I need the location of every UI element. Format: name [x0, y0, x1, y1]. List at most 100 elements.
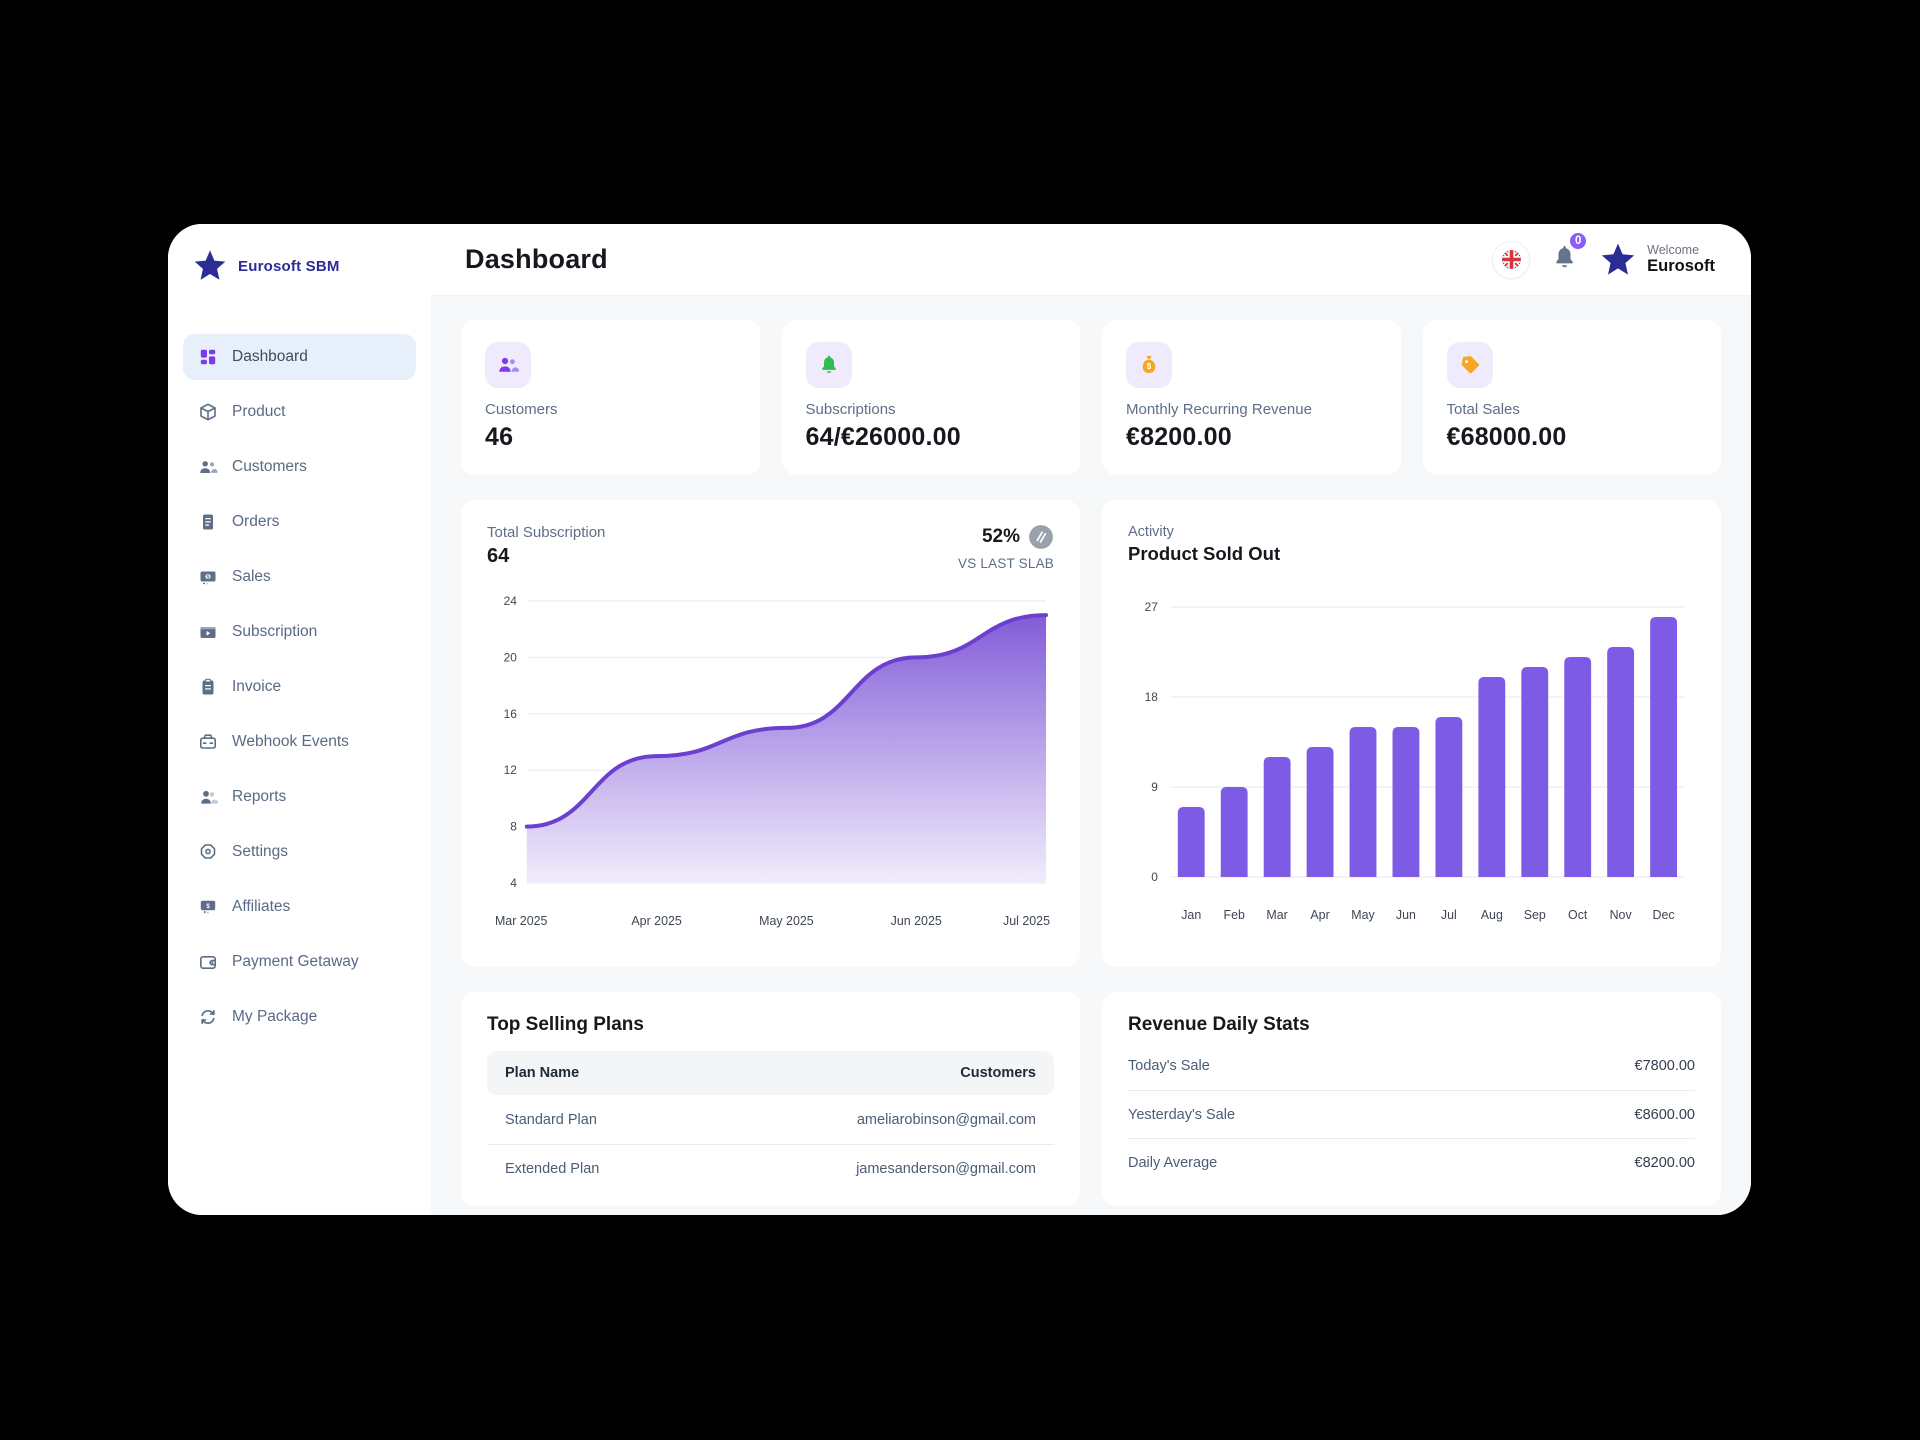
svg-text:$: $: [1147, 362, 1152, 371]
settings-icon: [198, 842, 218, 862]
sidebar-item-label: Settings: [232, 843, 288, 861]
sidebar-item-label: Affiliates: [232, 898, 290, 916]
sidebar-item-webhook-events[interactable]: Webhook Events: [183, 719, 416, 765]
top-selling-plans-card: Top Selling Plans Plan Name Customers St…: [461, 992, 1080, 1206]
svg-text:Apr 2025: Apr 2025: [631, 914, 681, 928]
users-icon: [496, 353, 520, 377]
dashboard-grid-icon: [198, 347, 218, 367]
bottom-row: Top Selling Plans Plan Name Customers St…: [461, 992, 1721, 1206]
sidebar-nav: Dashboard Product Customers Orders $ Sal…: [168, 334, 431, 1040]
language-selector[interactable]: [1492, 241, 1530, 279]
sidebar-item-affiliates[interactable]: $ Affiliates: [183, 884, 416, 930]
svg-text:Aug: Aug: [1481, 908, 1503, 922]
stat-value: 46: [485, 423, 736, 452]
sidebar-item-subscription[interactable]: Subscription: [183, 609, 416, 655]
plans-table-header: Plan Name Customers: [487, 1051, 1054, 1095]
sidebar-item-label: Orders: [232, 513, 279, 531]
notifications-button[interactable]: 0: [1550, 243, 1579, 277]
person-icon: [198, 787, 218, 807]
sidebar-item-label: Webhook Events: [232, 733, 349, 751]
list-item: Today's Sale €7800.00: [1128, 1042, 1695, 1090]
stat-icon-tile: $: [1126, 342, 1172, 388]
notification-badge: 0: [1568, 231, 1588, 251]
svg-text:12: 12: [504, 763, 518, 777]
star-logo-icon: [192, 248, 228, 284]
sidebar-item-product[interactable]: Product: [183, 389, 416, 435]
app-window: Eurosoft SBM Dashboard Product Customers…: [168, 224, 1751, 1215]
brand-logo[interactable]: Eurosoft SBM: [168, 242, 431, 290]
svg-text:Mar: Mar: [1266, 908, 1287, 922]
refresh-icon: [198, 1007, 218, 1027]
sidebar-item-customers[interactable]: Customers: [183, 444, 416, 490]
sidebar-item-settings[interactable]: Settings: [183, 829, 416, 875]
revenue-title: Revenue Daily Stats: [1128, 1014, 1695, 1036]
product-sold-out-bar-chart: 271890JanFebMarAprMayJunJulAugSepOctNovD…: [1128, 579, 1695, 927]
sidebar-item-dashboard[interactable]: Dashboard: [183, 334, 416, 380]
plan-name: Extended Plan: [505, 1161, 599, 1177]
svg-text:4: 4: [510, 876, 517, 890]
svg-text:Apr: Apr: [1310, 908, 1329, 922]
sidebar-item-orders[interactable]: Orders: [183, 499, 416, 545]
svg-text:18: 18: [1145, 690, 1159, 704]
stat-icon-tile: [485, 342, 531, 388]
stat-icon-tile: [806, 342, 852, 388]
stats-row: Customers 46 Subscriptions 64/€26000.00 …: [461, 320, 1721, 475]
plan-name: Standard Plan: [505, 1112, 597, 1128]
brand-name: Eurosoft SBM: [238, 258, 340, 275]
affiliates-icon: $: [198, 897, 218, 917]
sidebar-item-label: Dashboard: [232, 348, 308, 366]
stat-label: Customers: [485, 401, 736, 418]
revenue-value: €8600.00: [1635, 1107, 1695, 1123]
topbar: Dashboard: [431, 224, 1751, 295]
uk-flag-icon: [1499, 247, 1524, 272]
tag-icon: [1458, 353, 1482, 377]
plan-customer: ameliarobinson@gmail.com: [857, 1112, 1036, 1128]
user-name: Eurosoft: [1647, 257, 1715, 276]
stat-label: Subscriptions: [806, 401, 1057, 418]
banknote-icon: $: [198, 567, 218, 587]
stat-icon-tile: [1447, 342, 1493, 388]
subscription-label: Total Subscription: [487, 524, 605, 541]
plans-title: Top Selling Plans: [487, 1014, 1054, 1036]
user-menu[interactable]: Welcome Eurosoft: [1599, 241, 1715, 279]
subscription-icon: [198, 622, 218, 642]
star-avatar-icon: [1599, 241, 1637, 279]
sidebar-item-my-package[interactable]: My Package: [183, 994, 416, 1040]
total-subscription-card: Total Subscription 64 52% VS LAST SLAB 2…: [461, 500, 1080, 967]
svg-text:Jun 2025: Jun 2025: [891, 914, 942, 928]
svg-text:27: 27: [1145, 600, 1159, 614]
svg-text:20: 20: [504, 650, 518, 664]
sidebar-item-payment-getaway[interactable]: Payment Getaway: [183, 939, 416, 985]
svg-text:Jun: Jun: [1396, 908, 1416, 922]
percent-badge-icon: [1028, 524, 1054, 550]
webhook-icon: [198, 732, 218, 752]
table-row: Extended Plan jamesanderson@gmail.com: [487, 1144, 1054, 1193]
revenue-value: €8200.00: [1635, 1155, 1695, 1171]
sidebar-item-label: Sales: [232, 568, 271, 586]
stat-label: Total Sales: [1447, 401, 1698, 418]
sidebar-item-label: Payment Getaway: [232, 953, 359, 971]
total-subscription-area-chart: 2420161284Mar 2025Apr 2025May 2025Jun 20…: [487, 585, 1054, 933]
svg-text:Sep: Sep: [1524, 908, 1546, 922]
svg-text:16: 16: [504, 707, 518, 721]
svg-text:8: 8: [510, 820, 517, 834]
sidebar-item-label: Subscription: [232, 623, 317, 641]
subscription-value: 64: [487, 545, 605, 568]
sidebar-item-reports[interactable]: Reports: [183, 774, 416, 820]
revenue-value: €7800.00: [1635, 1058, 1695, 1074]
charts-row: Total Subscription 64 52% VS LAST SLAB 2…: [461, 500, 1721, 967]
subscription-summary: Total Subscription 64: [487, 524, 605, 568]
svg-text:Jul 2025: Jul 2025: [1003, 914, 1050, 928]
stat-value: 64/€26000.00: [806, 423, 1057, 452]
sidebar-item-label: Customers: [232, 458, 307, 476]
plan-customer: jamesanderson@gmail.com: [856, 1161, 1036, 1177]
sidebar-item-sales[interactable]: $ Sales: [183, 554, 416, 600]
stat-card-total-sales: Total Sales €68000.00: [1423, 320, 1722, 475]
svg-text:Jul: Jul: [1441, 908, 1457, 922]
product-sold-out-card: Activity Product Sold Out 271890JanFebMa…: [1102, 500, 1721, 967]
user-texts: Welcome Eurosoft: [1647, 243, 1715, 276]
sidebar-item-invoice[interactable]: Invoice: [183, 664, 416, 710]
document-icon: [198, 512, 218, 532]
stat-card-subscriptions: Subscriptions 64/€26000.00: [782, 320, 1081, 475]
svg-text:May 2025: May 2025: [759, 914, 814, 928]
